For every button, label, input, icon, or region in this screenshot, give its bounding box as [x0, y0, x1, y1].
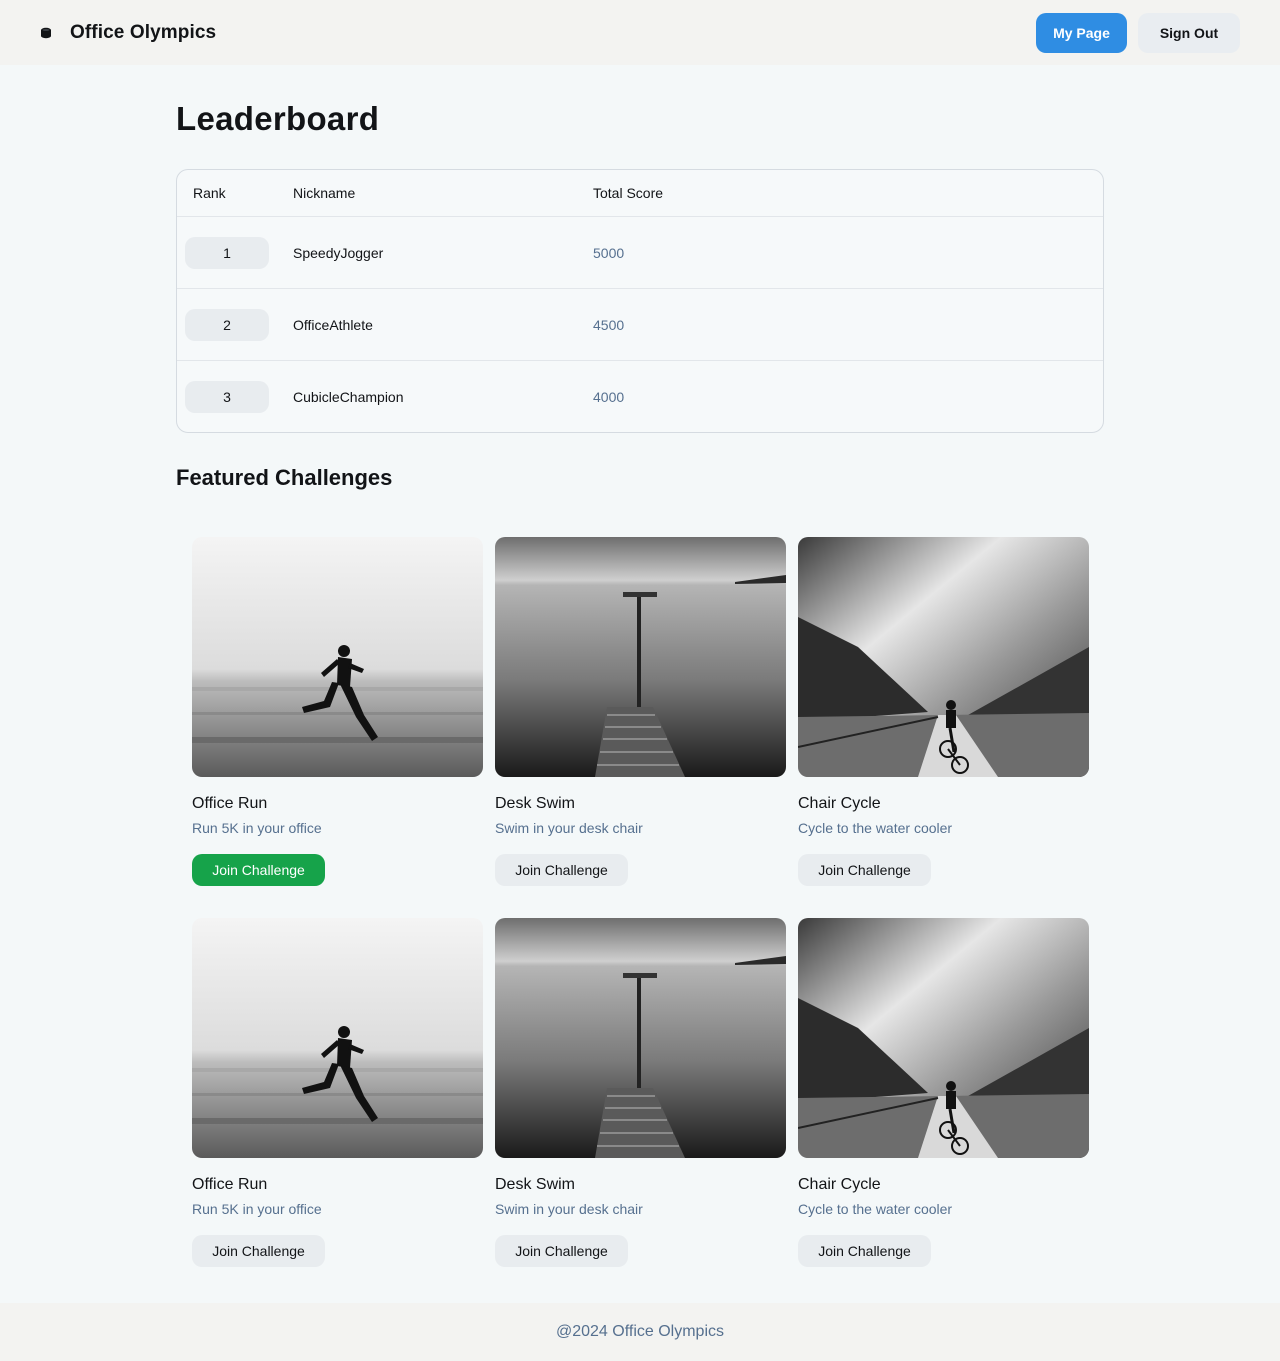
challenge-card: Office Run Run 5K in your office Join Ch…	[192, 537, 483, 886]
join-challenge-button[interactable]: Join Challenge	[192, 1235, 325, 1267]
app-title: Office Olympics	[70, 21, 217, 43]
nav-actions: My Page Sign Out	[1036, 12, 1240, 53]
cyclist-image	[798, 537, 1089, 777]
leaderboard-table: Rank Nickname Total Score 1 SpeedyJogger…	[176, 169, 1104, 433]
runner-image	[192, 537, 483, 777]
score-cell: 4500	[593, 316, 625, 333]
pier-image	[495, 537, 786, 777]
my-page-button[interactable]: My Page	[1036, 12, 1127, 53]
runner-image	[192, 918, 483, 1158]
challenge-description: Run 5K in your office	[192, 1201, 322, 1217]
challenge-description: Swim in your desk chair	[495, 1201, 643, 1217]
join-challenge-button[interactable]: Join Challenge	[495, 1235, 628, 1267]
page-title: Leaderboard	[176, 100, 380, 137]
brand[interactable]: Office Olympics	[40, 22, 216, 44]
challenge-card: Desk Swim Swim in your desk chair Join C…	[495, 537, 786, 886]
pier-image	[495, 918, 786, 1158]
challenge-description: Cycle to the water cooler	[798, 820, 953, 836]
table-row: 3 CubicleChampion 4000	[177, 361, 1103, 432]
join-challenge-button[interactable]: Join Challenge	[798, 854, 931, 886]
join-challenge-button[interactable]: Join Challenge	[495, 854, 628, 886]
challenge-title: Office Run	[192, 1176, 268, 1193]
cyclist-image	[798, 918, 1089, 1158]
top-nav-bar: Office Olympics My Page Sign Out	[0, 0, 1280, 65]
score-cell: 5000	[593, 244, 625, 261]
challenge-title: Desk Swim	[495, 795, 576, 812]
challenge-title: Chair Cycle	[798, 1176, 881, 1193]
challenge-card: Chair Cycle Cycle to the water cooler Jo…	[798, 537, 1089, 886]
table-row: 2 OfficeAthlete 4500	[177, 289, 1103, 361]
challenge-description: Swim in your desk chair	[495, 820, 643, 836]
table-row: 1 SpeedyJogger 5000	[177, 217, 1103, 289]
nickname-cell: SpeedyJogger	[293, 244, 384, 261]
challenge-card: Desk Swim Swim in your desk chair Join C…	[495, 918, 786, 1267]
challenge-grid: Office Run Run 5K in your office Join Ch…	[192, 537, 1089, 1267]
column-header-rank: Rank	[193, 185, 226, 201]
join-challenge-button[interactable]: Join Challenge	[798, 1235, 931, 1267]
column-header-nickname: Nickname	[293, 185, 356, 201]
challenge-description: Cycle to the water cooler	[798, 1201, 953, 1217]
challenge-description: Run 5K in your office	[192, 820, 322, 836]
challenge-title: Chair Cycle	[798, 795, 881, 812]
logo-icon	[40, 27, 52, 39]
nickname-cell: OfficeAthlete	[293, 316, 373, 333]
challenge-card: Office Run Run 5K in your office Join Ch…	[192, 918, 483, 1267]
nickname-cell: CubicleChampion	[293, 389, 404, 405]
table-header: Rank Nickname Total Score	[177, 170, 1103, 217]
footer-text: @2024 Office Olympics	[555, 1323, 724, 1340]
column-header-total-score: Total Score	[593, 185, 664, 201]
featured-challenges-heading: Featured Challenges	[176, 465, 393, 490]
join-challenge-button[interactable]: Join Challenge	[192, 854, 325, 886]
challenge-title: Desk Swim	[495, 1176, 576, 1193]
rank-badge: 1	[185, 236, 269, 269]
rank-badge: 3	[185, 381, 269, 413]
sign-out-button[interactable]: Sign Out	[1138, 12, 1240, 53]
rank-badge: 2	[185, 308, 269, 341]
challenge-title: Office Run	[192, 795, 268, 812]
challenge-card: Chair Cycle Cycle to the water cooler Jo…	[798, 918, 1089, 1267]
footer: @2024 Office Olympics	[0, 1303, 1280, 1361]
score-cell: 4000	[593, 389, 625, 405]
